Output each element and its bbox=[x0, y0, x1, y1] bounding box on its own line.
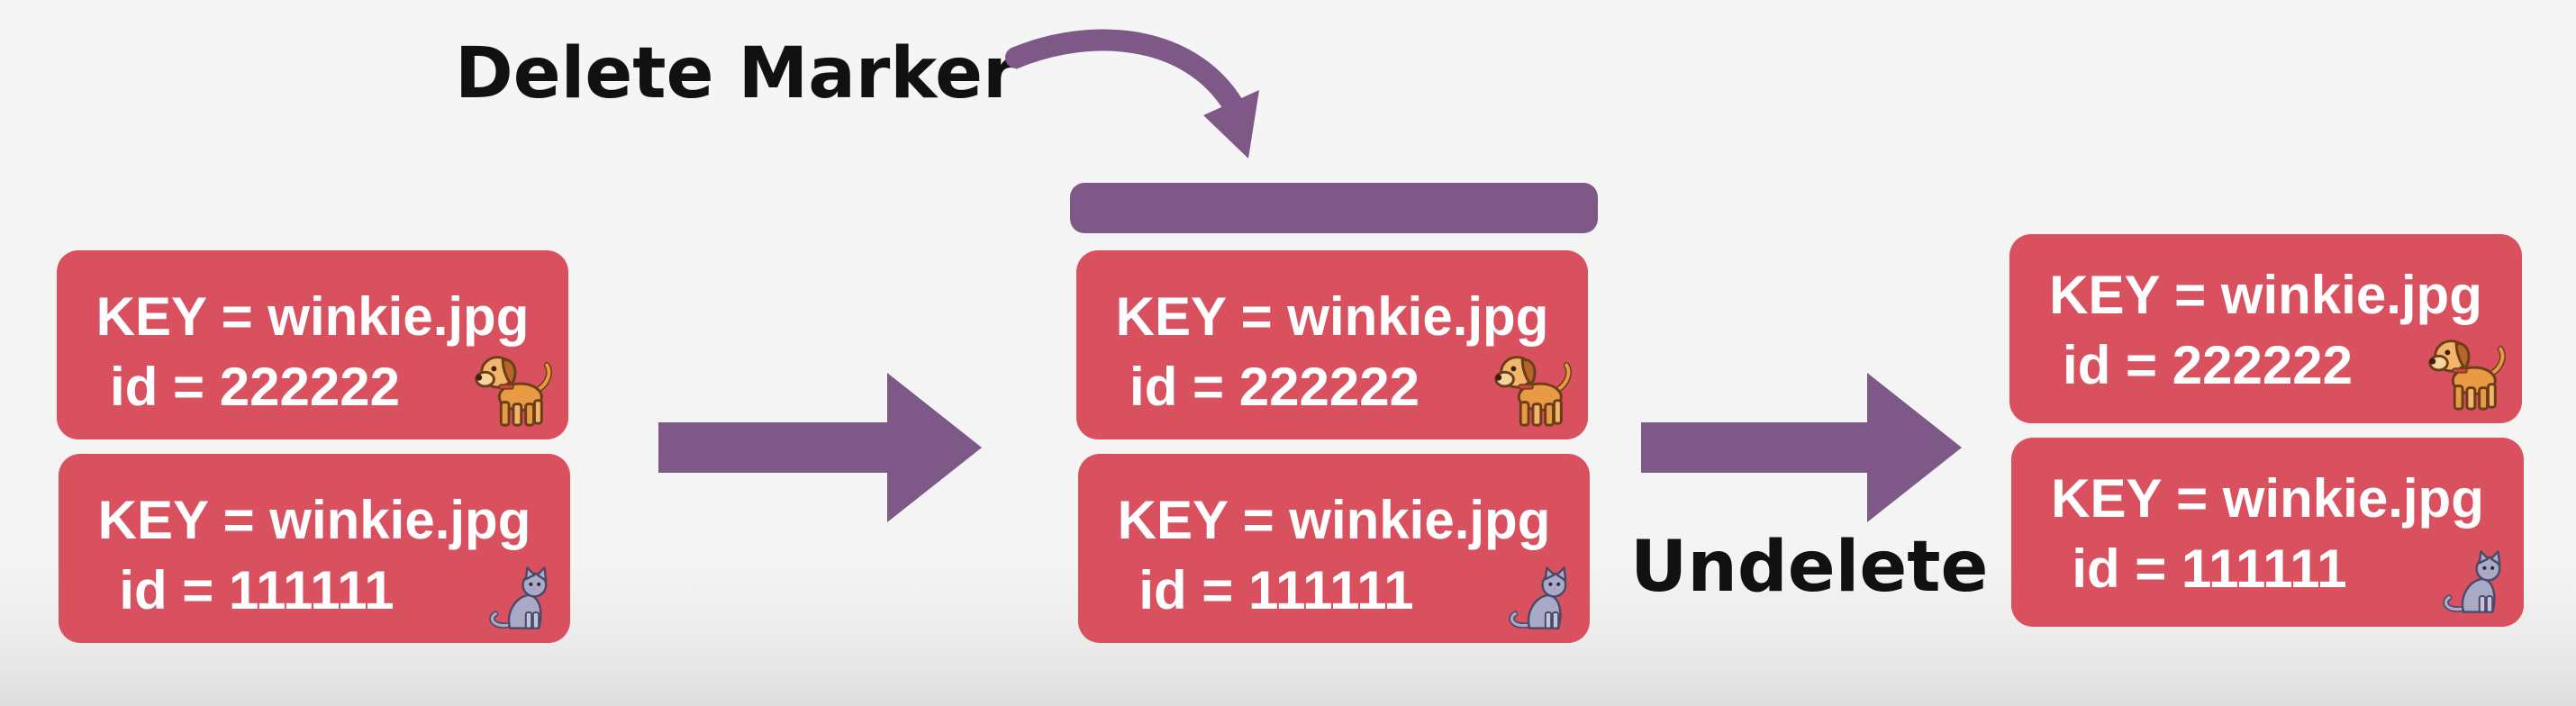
id-text: id = 222222 bbox=[110, 357, 400, 417]
key-text: KEY = winkie.jpg bbox=[2051, 468, 2484, 529]
version-card-222222-stage-2: KEY = winkie.jpg id = 222222 bbox=[1076, 250, 1588, 439]
version-card-111111-stage-1: KEY = winkie.jpg id = 111111 bbox=[59, 454, 570, 643]
dog-icon bbox=[467, 342, 556, 430]
key-text: KEY = winkie.jpg bbox=[1117, 490, 1551, 550]
key-text: KEY = winkie.jpg bbox=[95, 286, 530, 347]
curved-arrow bbox=[1005, 29, 1259, 158]
version-card-222222-stage-1: KEY = winkie.jpg id = 222222 bbox=[57, 250, 568, 439]
right-arrow-1 bbox=[658, 373, 982, 522]
version-card-111111-stage-3: KEY = winkie.jpg id = 111111 bbox=[2011, 438, 2524, 627]
dog-icon bbox=[1487, 342, 1575, 430]
id-text: id = 111111 bbox=[119, 560, 395, 620]
dog-icon bbox=[2421, 326, 2509, 414]
key-text: KEY = winkie.jpg bbox=[97, 490, 531, 550]
key-text: KEY = winkie.jpg bbox=[2049, 265, 2482, 325]
id-text: id = 111111 bbox=[1138, 560, 1414, 620]
key-text: KEY = winkie.jpg bbox=[1115, 286, 1549, 347]
cat-icon bbox=[2439, 546, 2511, 618]
id-text: id = 111111 bbox=[2072, 539, 2347, 599]
id-text: id = 222222 bbox=[2063, 335, 2353, 395]
cat-icon bbox=[1505, 562, 1577, 634]
cat-icon bbox=[485, 562, 558, 634]
version-card-111111-stage-2: KEY = winkie.jpg id = 111111 bbox=[1078, 454, 1590, 643]
id-text: id = 222222 bbox=[1129, 357, 1420, 417]
right-arrow-2 bbox=[1641, 373, 1962, 522]
version-card-222222-stage-3: KEY = winkie.jpg id = 222222 bbox=[2009, 234, 2522, 423]
